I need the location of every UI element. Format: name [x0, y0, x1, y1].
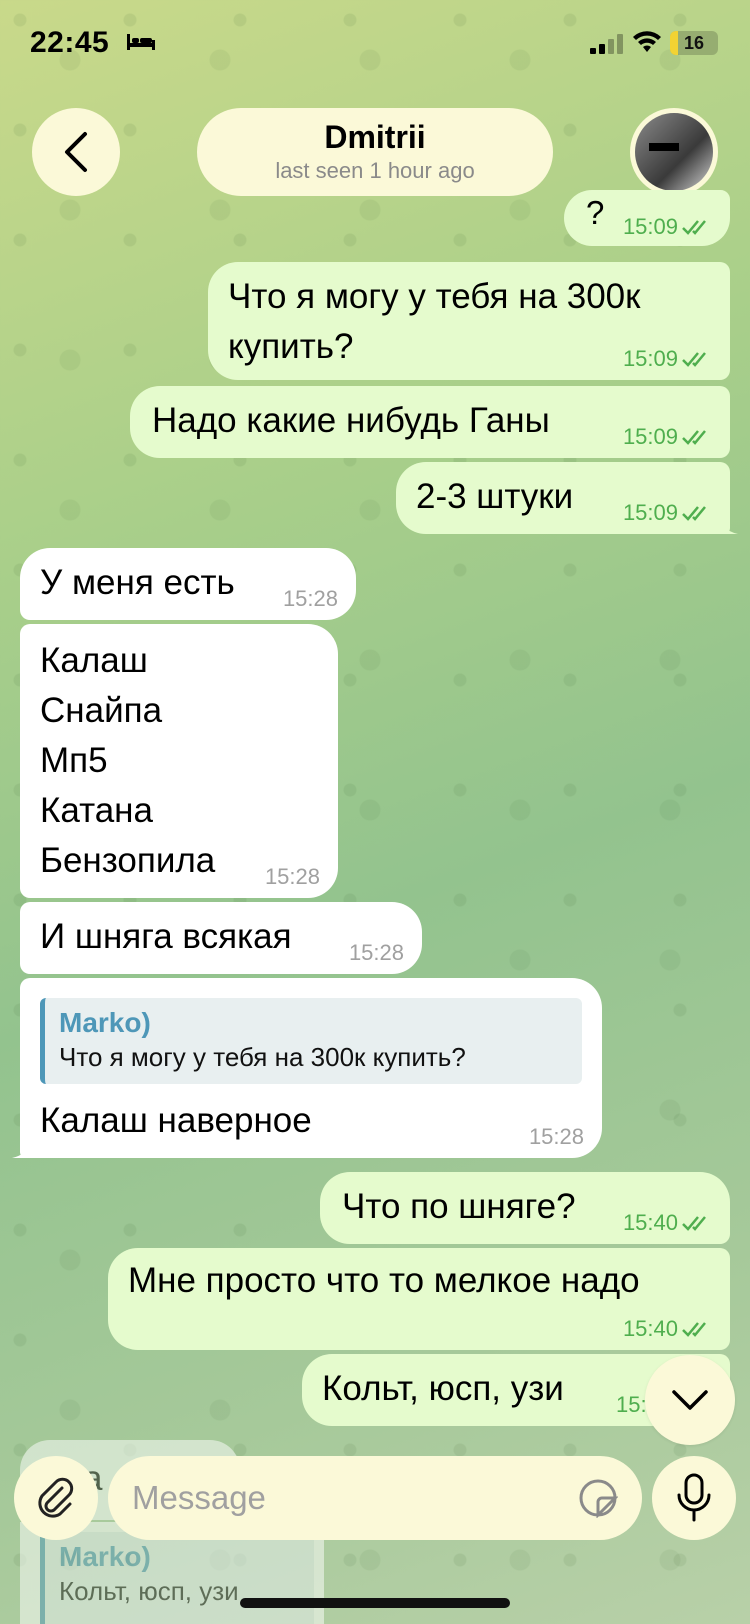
message-time: 15:09 — [622, 214, 678, 239]
bed-icon — [127, 34, 155, 50]
message-text: Мне просто что то мелкое надо — [128, 1261, 640, 1300]
message-text: И шняга всякая — [40, 917, 292, 956]
message-meta: 15:40 — [623, 1316, 712, 1342]
chat-title[interactable]: Dmitrii last seen 1 hour ago — [197, 108, 553, 196]
message-bubble-in[interactable]: У меня есть 15:28 — [20, 548, 356, 620]
message-time: 15:28 — [264, 864, 320, 889]
message-time: 15:40 — [622, 1210, 678, 1235]
message-text: Что по шняге? — [342, 1187, 576, 1226]
message-bubble-out[interactable]: Что по шняге? 15:40 — [320, 1172, 730, 1244]
message-text: 2-3 штуки — [416, 477, 574, 516]
double-check-icon — [682, 1216, 706, 1231]
attach-button[interactable] — [14, 1456, 98, 1540]
paperclip-icon — [38, 1477, 74, 1518]
message-time: 15:28 — [348, 940, 404, 965]
reply-quote[interactable]: Marko) Что я могу у тебя на 300к купить? — [40, 998, 582, 1084]
message-text: Надо какие нибудь Ганы — [152, 401, 550, 440]
last-seen-status: last seen 1 hour ago — [275, 158, 475, 183]
battery-indicator: 16 — [670, 31, 718, 55]
message-meta: 15:09 — [623, 424, 712, 450]
message-time: 15:28 — [528, 1124, 584, 1149]
message-meta: 15:28 — [529, 1124, 584, 1150]
message-line: Снайпа — [40, 691, 163, 730]
message-bubble-out[interactable]: ? 15:09 — [564, 190, 730, 246]
message-bubble-out[interactable]: Надо какие нибудь Ганы 15:09 — [130, 386, 730, 458]
message-time: 15:09 — [622, 346, 678, 371]
reply-text: Что я могу у тебя на 300к купить? — [59, 1042, 466, 1072]
message-line: Мп5 — [40, 741, 108, 780]
message-meta: 15:28 — [265, 864, 320, 890]
double-check-icon — [682, 1322, 706, 1337]
message-bubble-in[interactable]: И шняга всякая 15:28 — [20, 902, 422, 974]
bubble-tail — [716, 512, 738, 534]
double-check-icon — [682, 430, 706, 445]
microphone-button[interactable] — [652, 1456, 736, 1540]
message-input-container[interactable] — [108, 1456, 642, 1540]
message-bubble-out[interactable]: Мне просто что то мелкое надо 15:40 — [108, 1248, 730, 1350]
message-bubble-out[interactable]: Что я могу у тебя на 300к купить? 15:09 — [208, 262, 730, 380]
message-meta: 15:09 — [623, 346, 712, 372]
message-meta: 15:28 — [349, 940, 404, 966]
message-time: 15:09 — [622, 424, 678, 449]
reply-author: Marko) — [59, 1541, 151, 1572]
wifi-icon — [633, 31, 661, 52]
message-bubble-out[interactable]: 2-3 штуки 15:09 — [396, 462, 738, 534]
message-bubble-in[interactable]: Калаш Снайпа Мп5 Катана Бензопила 15:28 — [20, 624, 338, 898]
message-input[interactable] — [132, 1456, 552, 1540]
back-button[interactable] — [32, 108, 120, 196]
contact-name: Dmitrii — [324, 119, 426, 155]
status-bar: 22:45 16 — [0, 0, 750, 90]
message-line: Калаш — [40, 641, 148, 680]
double-check-icon — [682, 352, 706, 367]
double-check-icon — [682, 220, 706, 235]
message-bubble-in[interactable]: Marko) Что я могу у тебя на 300к купить?… — [12, 978, 602, 1158]
sticker-icon[interactable] — [578, 1478, 618, 1518]
message-time: 15:09 — [622, 500, 678, 525]
home-indicator — [240, 1598, 510, 1608]
microphone-icon — [677, 1473, 711, 1522]
message-text: Калаш наверное — [40, 1101, 312, 1140]
double-check-icon — [682, 506, 706, 521]
message-line: Бензопила — [40, 841, 216, 880]
avatar[interactable] — [630, 108, 718, 196]
chevron-down-icon — [672, 1390, 708, 1410]
back-chevron-icon — [65, 132, 87, 172]
message-line: Катана — [40, 791, 153, 830]
message-text: Кольт, юсп, узи — [322, 1369, 564, 1408]
message-time: 15:40 — [622, 1316, 678, 1341]
message-time: 15:28 — [282, 586, 338, 611]
message-meta: 15:28 — [283, 586, 338, 612]
message-meta: 15:40 — [623, 1210, 712, 1236]
bubble-tail — [12, 1136, 34, 1158]
message-meta: 15:09 — [623, 214, 712, 240]
message-text: У меня есть — [40, 563, 235, 602]
reply-author: Marko) — [59, 1007, 151, 1038]
battery-level: 16 — [683, 33, 705, 53]
signal-icon — [590, 34, 623, 54]
message-text: ? — [586, 194, 605, 231]
scroll-to-bottom-button[interactable] — [645, 1355, 735, 1445]
message-text-multiline: Калаш Снайпа Мп5 Катана Бензопила — [40, 636, 215, 886]
message-meta: 15:09 — [623, 500, 712, 526]
status-time: 22:45 — [30, 26, 110, 59]
avatar-photo — [635, 113, 713, 191]
